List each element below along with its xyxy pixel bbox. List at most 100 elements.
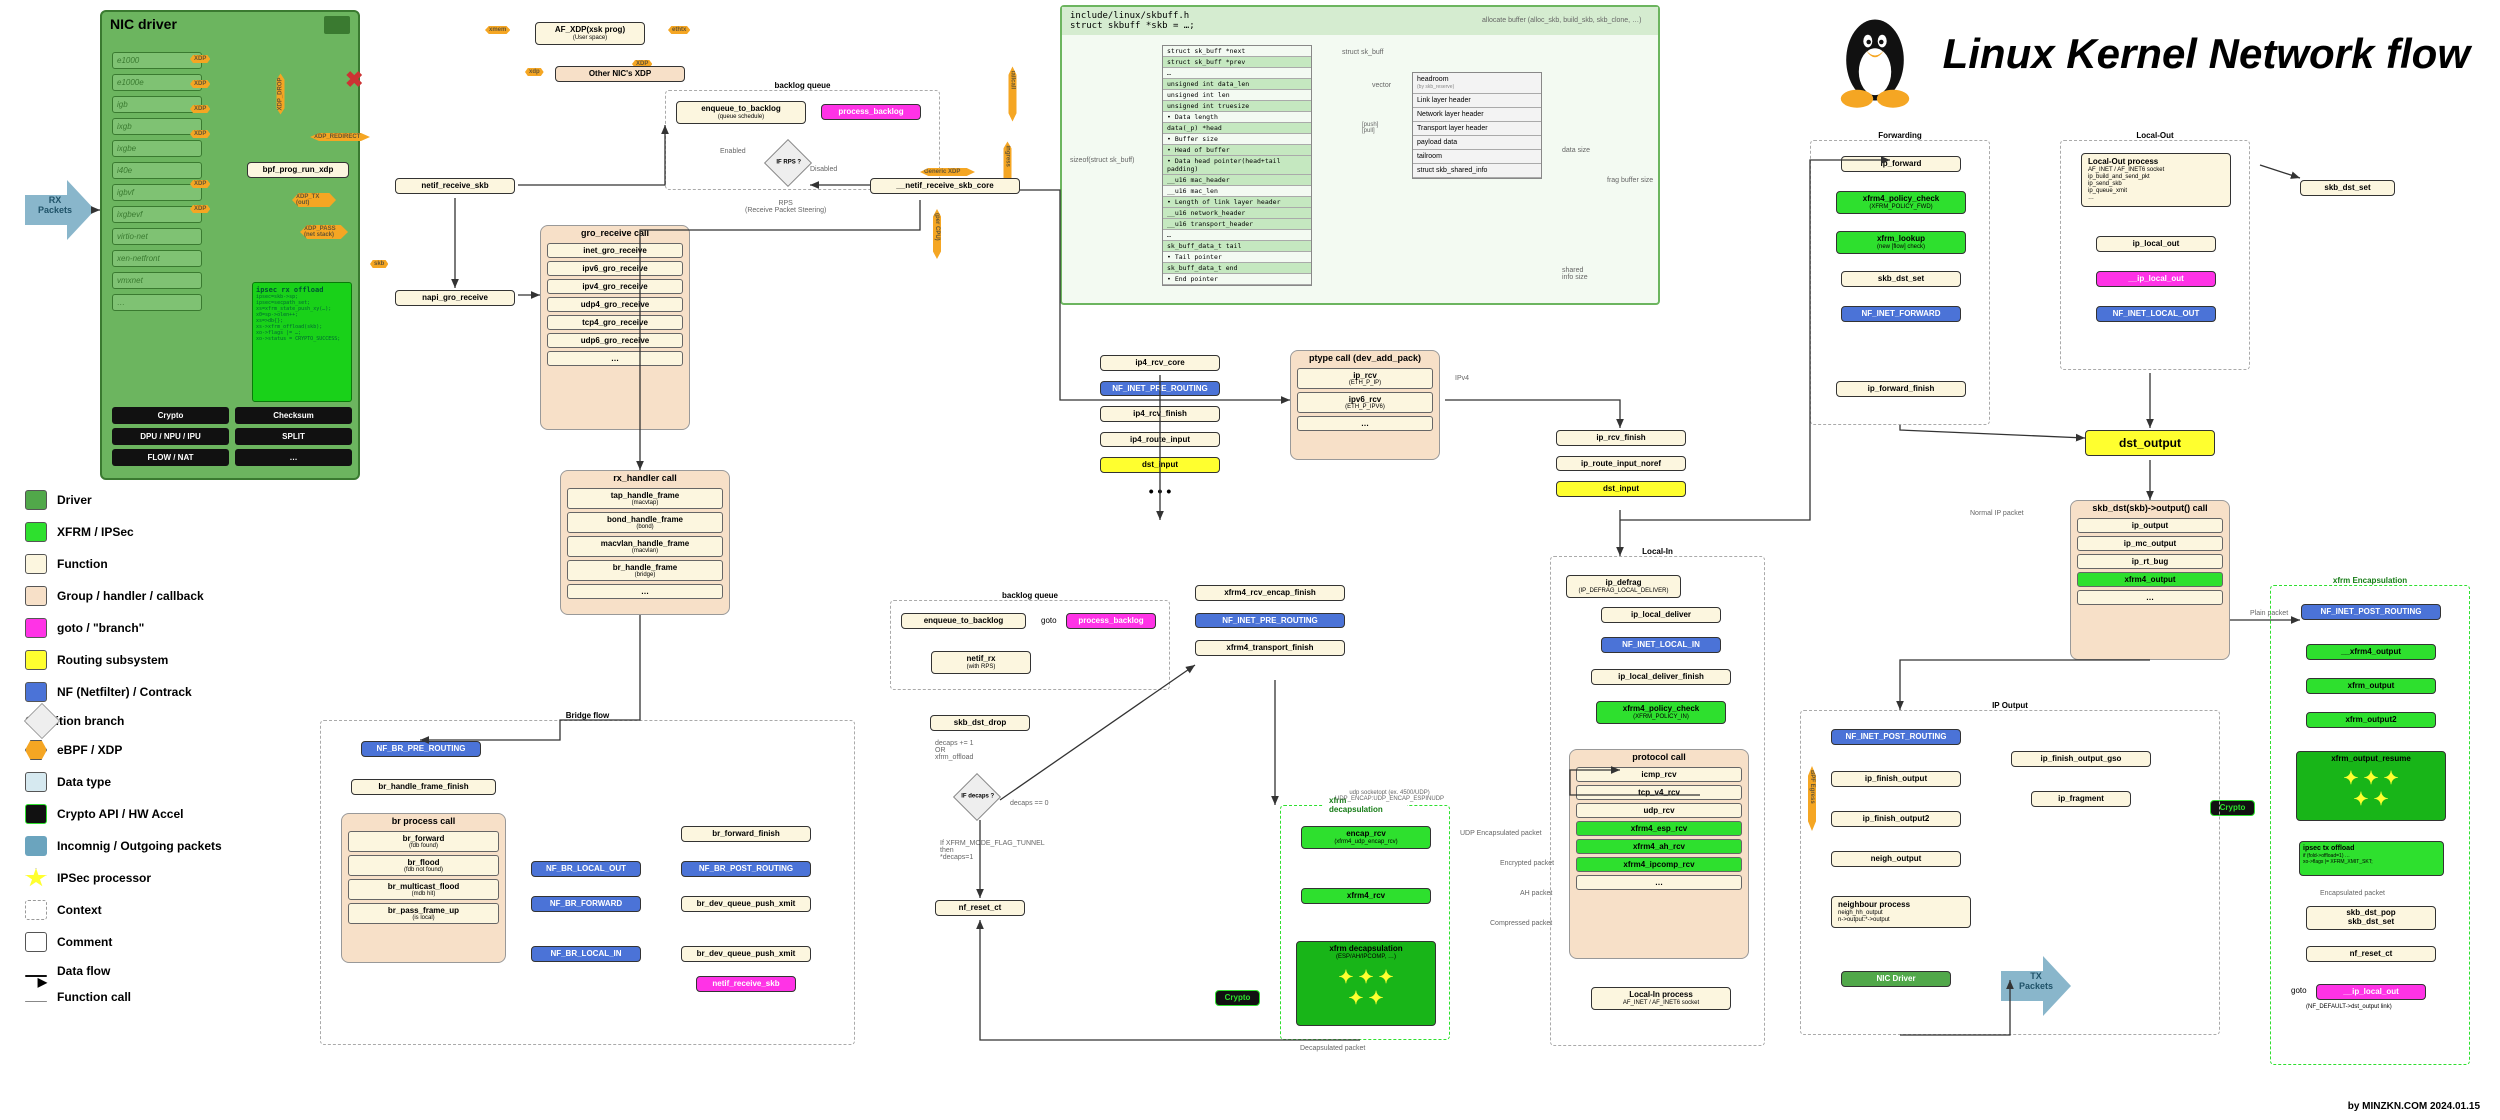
xfrm-output: xfrm_output bbox=[2306, 678, 2436, 694]
nic-driver-item: ixgbe bbox=[112, 140, 202, 157]
nic-title: NIC driver bbox=[110, 16, 177, 34]
nf-inet-local-out: NF_INET_LOCAL_OUT bbox=[2096, 306, 2216, 322]
nf-reset-ct-2: nf_reset_ct bbox=[2306, 946, 2436, 962]
xdp-redirect-tag: XDP_REDIRECT bbox=[310, 133, 370, 141]
nf-reset-ct: nf_reset_ct bbox=[935, 900, 1025, 916]
sk-chunk: payload data bbox=[1413, 136, 1541, 150]
protocol-item: icmp_rcv bbox=[1576, 767, 1742, 782]
nic-driver-item: i40e bbox=[112, 162, 202, 179]
ip-local-deliver-finish: ip_local_deliver_finish bbox=[1591, 669, 1731, 685]
legend-item: IPSec processor bbox=[25, 868, 285, 888]
ip-defrag: ip_defrag(IP_DEFRAG_LOCAL_DELIVER) bbox=[1566, 575, 1681, 598]
nic-driver-item: xen-netfront bbox=[112, 250, 202, 267]
ip4-rcv-column: ip4_rcv_core NF_INET_PRE_ROUTING ip4_rcv… bbox=[1100, 355, 1220, 499]
nf-br-local-out: NF_BR_LOCAL_OUT bbox=[531, 861, 641, 877]
nic-feature: FLOW / NAT bbox=[112, 449, 229, 466]
credit-line: by MINZKN.COM 2024.01.15 bbox=[2348, 1101, 2480, 1112]
enqueue-backlog-2: enqueue_to_backlog bbox=[901, 613, 1026, 629]
ipsec-rx-offload: ipsec rx offload ipsec=skb->sp;ipsec=sec… bbox=[252, 282, 352, 402]
sk-field: … bbox=[1163, 230, 1311, 241]
gro-item: ipv4_gro_receive bbox=[547, 279, 683, 294]
sk-field: • Data length bbox=[1163, 112, 1311, 123]
local-out: Local-Out Local-Out process AF_INET / AF… bbox=[2060, 140, 2250, 370]
sk-field: • Head of buffer bbox=[1163, 145, 1311, 156]
br-process-item: br_multicast_flood(mdb hit) bbox=[348, 879, 499, 900]
legend-item: eBPF / XDP bbox=[25, 740, 285, 760]
sk-chunk: Link layer header bbox=[1413, 94, 1541, 108]
sk-chunk: Transport layer header bbox=[1413, 122, 1541, 136]
ipsec-tx-offload: ipsec tx offload if (fold->offload=1) …x… bbox=[2299, 841, 2444, 876]
xdp-drop-icon: ✖ bbox=[345, 67, 363, 93]
nic-driver-item: e1000 bbox=[112, 52, 202, 69]
other-nic-xdp: Other NIC's XDP bbox=[555, 66, 685, 82]
br-process-item: br_pass_frame_up(is local) bbox=[348, 903, 499, 924]
ip-forward: ip_forward bbox=[1841, 156, 1961, 172]
skb-dst-pop-set: skb_dst_popskb_dst_set bbox=[2306, 906, 2436, 930]
page-title: Linux Kernel Network flow bbox=[1943, 30, 2470, 78]
nf-br-local-in: NF_BR_LOCAL_IN bbox=[531, 946, 641, 962]
enabled-label: Enabled bbox=[720, 148, 746, 155]
legend-item: Context bbox=[25, 900, 285, 920]
legend-item: Function bbox=[25, 554, 285, 574]
br-dev-queue-xmit: br_dev_queue_push_xmit bbox=[681, 896, 811, 912]
sk-field: • Tail pointer bbox=[1163, 252, 1311, 263]
bpf-prog-run-xdp: bpf_prog_run_xdp bbox=[247, 162, 349, 178]
comp-packet-label: Compressed packet bbox=[1490, 920, 1552, 927]
legend-item: goto / "branch" bbox=[25, 618, 285, 638]
sockopt-comment: udp socketopt (ex. 4500/UDP)UDP_ENCAP:UD… bbox=[1335, 790, 1444, 802]
neigh-output: neigh_output bbox=[1831, 851, 1961, 867]
enc-packet-label: Encrypted packet bbox=[1500, 860, 1554, 867]
sk-chunk: tailroom bbox=[1413, 150, 1541, 164]
forwarding: Forwarding ip_forward xfrm4_policy_check… bbox=[1810, 140, 1990, 425]
struct-sk-buff-label: struct sk_buff bbox=[1342, 49, 1384, 56]
sk-field: unsigned int truesize bbox=[1163, 101, 1311, 112]
ip-finish-output: ip_finish_output bbox=[1831, 771, 1961, 787]
sk-field: sk_buff_data_t tail bbox=[1163, 241, 1311, 252]
rx-handler-group: rx_handler call tap_handle_frame(macvtap… bbox=[560, 470, 730, 615]
xfrm4-policy-check-fwd: xfrm4_policy_check(XFRM_POLICY_FWD) bbox=[1836, 191, 1966, 214]
ipv4-label: IPv4 bbox=[1455, 375, 1469, 382]
nf-inet-local-in: NF_INET_LOCAL_IN bbox=[1601, 637, 1721, 653]
legend-item: Comment bbox=[25, 932, 285, 952]
gro-item: inet_gro_receive bbox=[547, 243, 683, 258]
if-decaps-diamond: IF decaps ? bbox=[953, 773, 1001, 821]
decaps-comment: decaps += 1ORxfrm_offload bbox=[935, 740, 974, 761]
sk-field: data(_p) *head bbox=[1163, 123, 1311, 134]
nic-icon bbox=[324, 16, 350, 34]
udp-encap-label: UDP Encapsulated packet bbox=[1460, 830, 1542, 837]
ptype-item: ipv6_rcv(ETH_P_IPV6) bbox=[1297, 392, 1433, 413]
xmem-tag: xmem bbox=[485, 26, 510, 34]
nic-driver-item: ixgbevf bbox=[112, 206, 202, 223]
nic-driver-out: NIC Driver bbox=[1841, 971, 1951, 987]
per-cpu-tag: (per CPU) bbox=[933, 209, 941, 259]
gro-item: … bbox=[547, 351, 683, 366]
nic-feature: SPLIT bbox=[235, 428, 352, 445]
sk-field: __u16 transport_header bbox=[1163, 219, 1311, 230]
xfrm4-policy-check: xfrm4_policy_check(XFRM_POLICY_IN) bbox=[1596, 701, 1726, 724]
skb-dst-drop: skb_dst_drop bbox=[930, 715, 1030, 731]
decaps-0-label: decaps == 0 bbox=[1010, 800, 1049, 807]
encap-label: Encapsulated packet bbox=[2320, 890, 2385, 897]
protocol-item: tcp_v4_rcv bbox=[1576, 785, 1742, 800]
gro-item: udp4_gro_receive bbox=[547, 297, 683, 312]
nic-driver-item: igbvf bbox=[112, 184, 202, 201]
nic-feature: DPU / NPU / IPU bbox=[112, 428, 229, 445]
protocol-group: protocol call icmp_rcvtcp_v4_rcvudp_rcvx… bbox=[1569, 749, 1749, 959]
local-out-process: Local-Out process AF_INET / AF_INET6 soc… bbox=[2081, 153, 2231, 207]
xfrm-decap-core: xfrm decapsulation(ESP/AH/IPCOMP, …) ✦ ✦… bbox=[1296, 941, 1436, 1026]
tunnel-comment: If XFRM_MODE_FLAG_TUNNELthen*decaps=1 bbox=[940, 840, 1045, 861]
nic-driver-item: … bbox=[112, 294, 202, 311]
backlog-queue-2: backlog queue enqueue_to_backlog goto pr… bbox=[890, 600, 1170, 690]
sk-field: struct sk_buff *next bbox=[1163, 46, 1311, 57]
br-process-item: br_flood(fdb not found) bbox=[348, 855, 499, 876]
legend-item: Driver bbox=[25, 490, 285, 510]
tailcall-tag: tailcall bbox=[1009, 67, 1017, 122]
xdp-drop-tag: XDP_DROP bbox=[277, 73, 285, 114]
nf-br-post-routing: NF_BR_POST_ROUTING bbox=[681, 861, 811, 877]
skb-dst-set-lo: skb_dst_set bbox=[2300, 180, 2395, 196]
br-handle-frame-finish: br_handle_frame_finish bbox=[351, 779, 496, 795]
goto-process-backlog-2: process_backlog bbox=[1066, 613, 1156, 629]
protocol-item: xfrm4_esp_rcv bbox=[1576, 821, 1742, 836]
netif-receive-skb-core: __netif_receive_skb_core bbox=[870, 178, 1020, 194]
xfrm-output-resume: xfrm_output_resume ✦ ✦ ✦✦ ✦ bbox=[2296, 751, 2446, 821]
